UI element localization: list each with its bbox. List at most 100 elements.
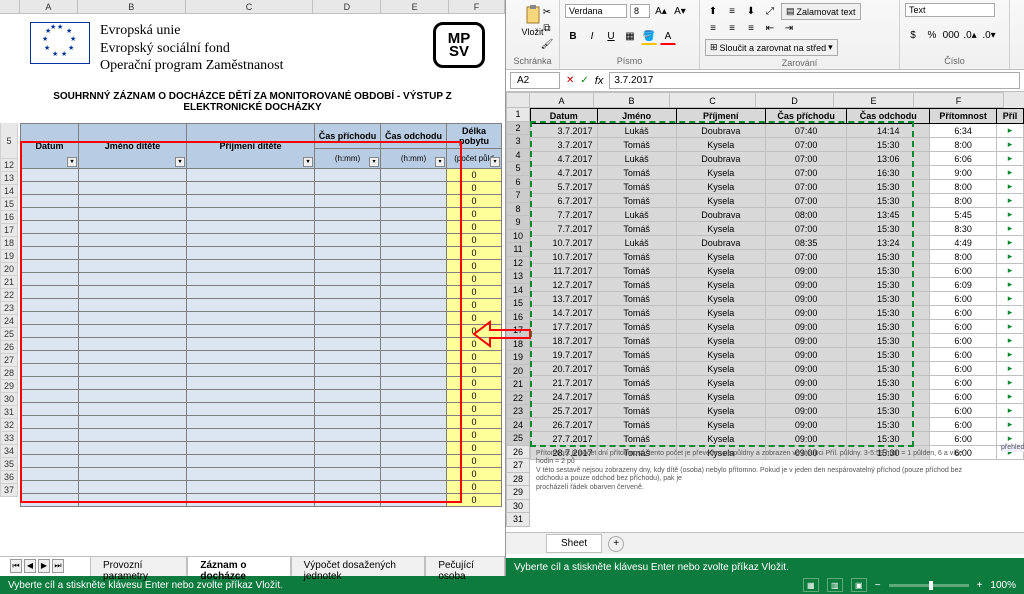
table-row[interactable]: 0 [21,441,502,454]
tab-zaznam[interactable]: Záznam o docházce [187,556,290,576]
table-row[interactable]: 14.7.2017TomášKysela09:0015:306:00▸ [531,306,1024,320]
table-row[interactable]: 0 [21,376,502,389]
table-row[interactable]: 0 [21,181,502,194]
copy-icon[interactable]: ⧉ [539,20,555,36]
right-table[interactable]: DatumJménoPříjmeníČas příchoduČas odchod… [530,108,1024,460]
table-row[interactable]: 18.7.2017TomášKysela09:0015:306:00▸ [531,334,1024,348]
tab-vypocet[interactable]: Výpočet dosažených jednotek [291,556,426,576]
align-left-icon[interactable]: ≡ [705,20,721,36]
merge-button[interactable]: ⊞Sloučit a zarovnat na střed▾ [705,39,838,56]
table-row[interactable]: 0 [21,168,502,181]
view-normal-icon[interactable]: ▦ [803,578,819,592]
table-row[interactable]: 0 [21,363,502,376]
enter-icon[interactable]: ✓ [580,75,588,86]
cancel-icon[interactable]: ✕ [566,75,574,86]
tab-sheet[interactable]: Sheet [546,534,602,553]
filter-icon[interactable]: ▾ [175,157,185,167]
align-bottom-icon[interactable]: ⬇ [743,4,759,20]
comma-icon[interactable]: 000 [943,28,959,44]
fill-color-icon[interactable]: 🪣 [641,29,657,45]
table-row[interactable]: 25.7.2017TomášKysela09:0015:306:00▸ [531,404,1024,418]
decrease-font-icon[interactable]: A▾ [672,3,688,19]
table-row[interactable]: 3.7.2017LukášDoubrava07:4014:146:34▸ [531,124,1024,138]
table-row[interactable]: 0 [21,324,502,337]
zoom-in-icon[interactable]: + [977,580,983,591]
indent-inc-icon[interactable]: ⇥ [781,20,797,36]
tab-prev-icon[interactable]: ◀ [24,559,36,573]
filter-icon[interactable]: ▾ [67,157,77,167]
format-painter-icon[interactable]: 🖌 [539,36,555,52]
table-row[interactable]: 26.7.2017TomášKysela09:0015:306:00▸ [531,418,1024,432]
zoom-out-icon[interactable]: − [875,580,881,591]
table-row[interactable]: 0 [21,298,502,311]
table-row[interactable]: 6.7.2017TomášKysela07:0015:308:00▸ [531,194,1024,208]
table-row[interactable]: 0 [21,233,502,246]
tab-first-icon[interactable]: ⏮ [10,559,22,573]
table-row[interactable]: 0 [21,415,502,428]
align-right-icon[interactable]: ≡ [743,20,759,36]
font-color-icon[interactable]: A [660,29,676,45]
font-select[interactable]: Verdana [565,4,627,18]
name-box[interactable]: A2 [510,72,560,89]
table-row[interactable]: 20.7.2017TomášKysela09:0015:306:00▸ [531,362,1024,376]
percent-icon[interactable]: % [924,28,940,44]
table-row[interactable]: 0 [21,259,502,272]
table-row[interactable]: 0 [21,493,502,506]
wrap-text-button[interactable]: ▤Zalamovat text [781,3,861,20]
currency-icon[interactable]: $ [905,28,921,44]
table-row[interactable]: 0 [21,311,502,324]
align-middle-icon[interactable]: ≡ [724,4,740,20]
table-row[interactable]: 13.7.2017TomášKysela09:0015:306:00▸ [531,292,1024,306]
table-row[interactable]: 0 [21,246,502,259]
cut-icon[interactable]: ✂ [539,4,555,20]
font-size[interactable]: 8 [630,4,650,18]
new-sheet-icon[interactable]: + [608,536,624,552]
align-center-icon[interactable]: ≡ [724,20,740,36]
tab-provozni[interactable]: Provozní parametry [90,556,187,576]
table-row[interactable]: 12.7.2017TomášKysela09:0015:306:09▸ [531,278,1024,292]
left-table[interactable]: Datum▾ Jméno dítěte▾ Příjmení dítěte▾ Ča… [20,123,502,507]
table-row[interactable]: 10.7.2017TomášKysela07:0015:308:00▸ [531,250,1024,264]
tab-pecujici[interactable]: Pečující osoba [425,556,505,576]
orientation-icon[interactable]: ⤢ [762,4,778,20]
dec-decimal-icon[interactable]: .0▾ [981,28,997,44]
tab-next-icon[interactable]: ▶ [38,559,50,573]
table-row[interactable]: 0 [21,194,502,207]
filter-icon[interactable]: ▾ [303,157,313,167]
zoom-level[interactable]: 100% [990,580,1016,591]
table-row[interactable]: 0 [21,480,502,493]
table-row[interactable]: 7.7.2017TomášKysela07:0015:308:30▸ [531,222,1024,236]
table-row[interactable]: 0 [21,207,502,220]
table-row[interactable]: 24.7.2017TomášKysela09:0015:306:00▸ [531,390,1024,404]
view-layout-icon[interactable]: ▥ [827,578,843,592]
increase-font-icon[interactable]: A▴ [653,3,669,19]
borders-icon[interactable]: ▦ [622,29,638,45]
table-row[interactable]: 4.7.2017TomášKysela07:0016:309:00▸ [531,166,1024,180]
inc-decimal-icon[interactable]: .0▴ [962,28,978,44]
table-row[interactable]: 10.7.2017LukášDoubrava08:3513:244:49▸ [531,236,1024,250]
table-row[interactable]: 27.7.2017TomášKysela09:0015:306:00▸ [531,432,1024,446]
filter-icon[interactable]: ▾ [490,157,500,167]
table-row[interactable]: 0 [21,467,502,480]
table-row[interactable]: 0 [21,428,502,441]
view-break-icon[interactable]: ▣ [851,578,867,592]
table-row[interactable]: 3.7.2017TomášKysela07:0015:308:00▸ [531,138,1024,152]
tab-last-icon[interactable]: ⏭ [52,559,64,573]
table-row[interactable]: 4.7.2017LukášDoubrava07:0013:066:06▸ [531,152,1024,166]
table-row[interactable]: 19.7.2017TomášKysela09:0015:306:00▸ [531,348,1024,362]
table-row[interactable]: 0 [21,220,502,233]
number-format[interactable]: Text [905,3,995,17]
table-row[interactable]: 0 [21,402,502,415]
filter-icon[interactable]: ▾ [369,157,379,167]
formula-bar[interactable]: 3.7.2017 [609,72,1020,89]
table-row[interactable]: 7.7.2017LukášDoubrava08:0013:455:45▸ [531,208,1024,222]
table-row[interactable]: 5.7.2017TomášKysela07:0015:308:00▸ [531,180,1024,194]
zoom-slider[interactable] [889,584,969,587]
italic-icon[interactable]: I [584,29,600,45]
align-top-icon[interactable]: ⬆ [705,4,721,20]
table-row[interactable]: 0 [21,389,502,402]
underline-icon[interactable]: U [603,29,619,45]
table-row[interactable]: 21.7.2017TomášKysela09:0015:306:00▸ [531,376,1024,390]
filter-icon[interactable]: ▾ [435,157,445,167]
fx-icon[interactable]: fx [595,75,604,87]
